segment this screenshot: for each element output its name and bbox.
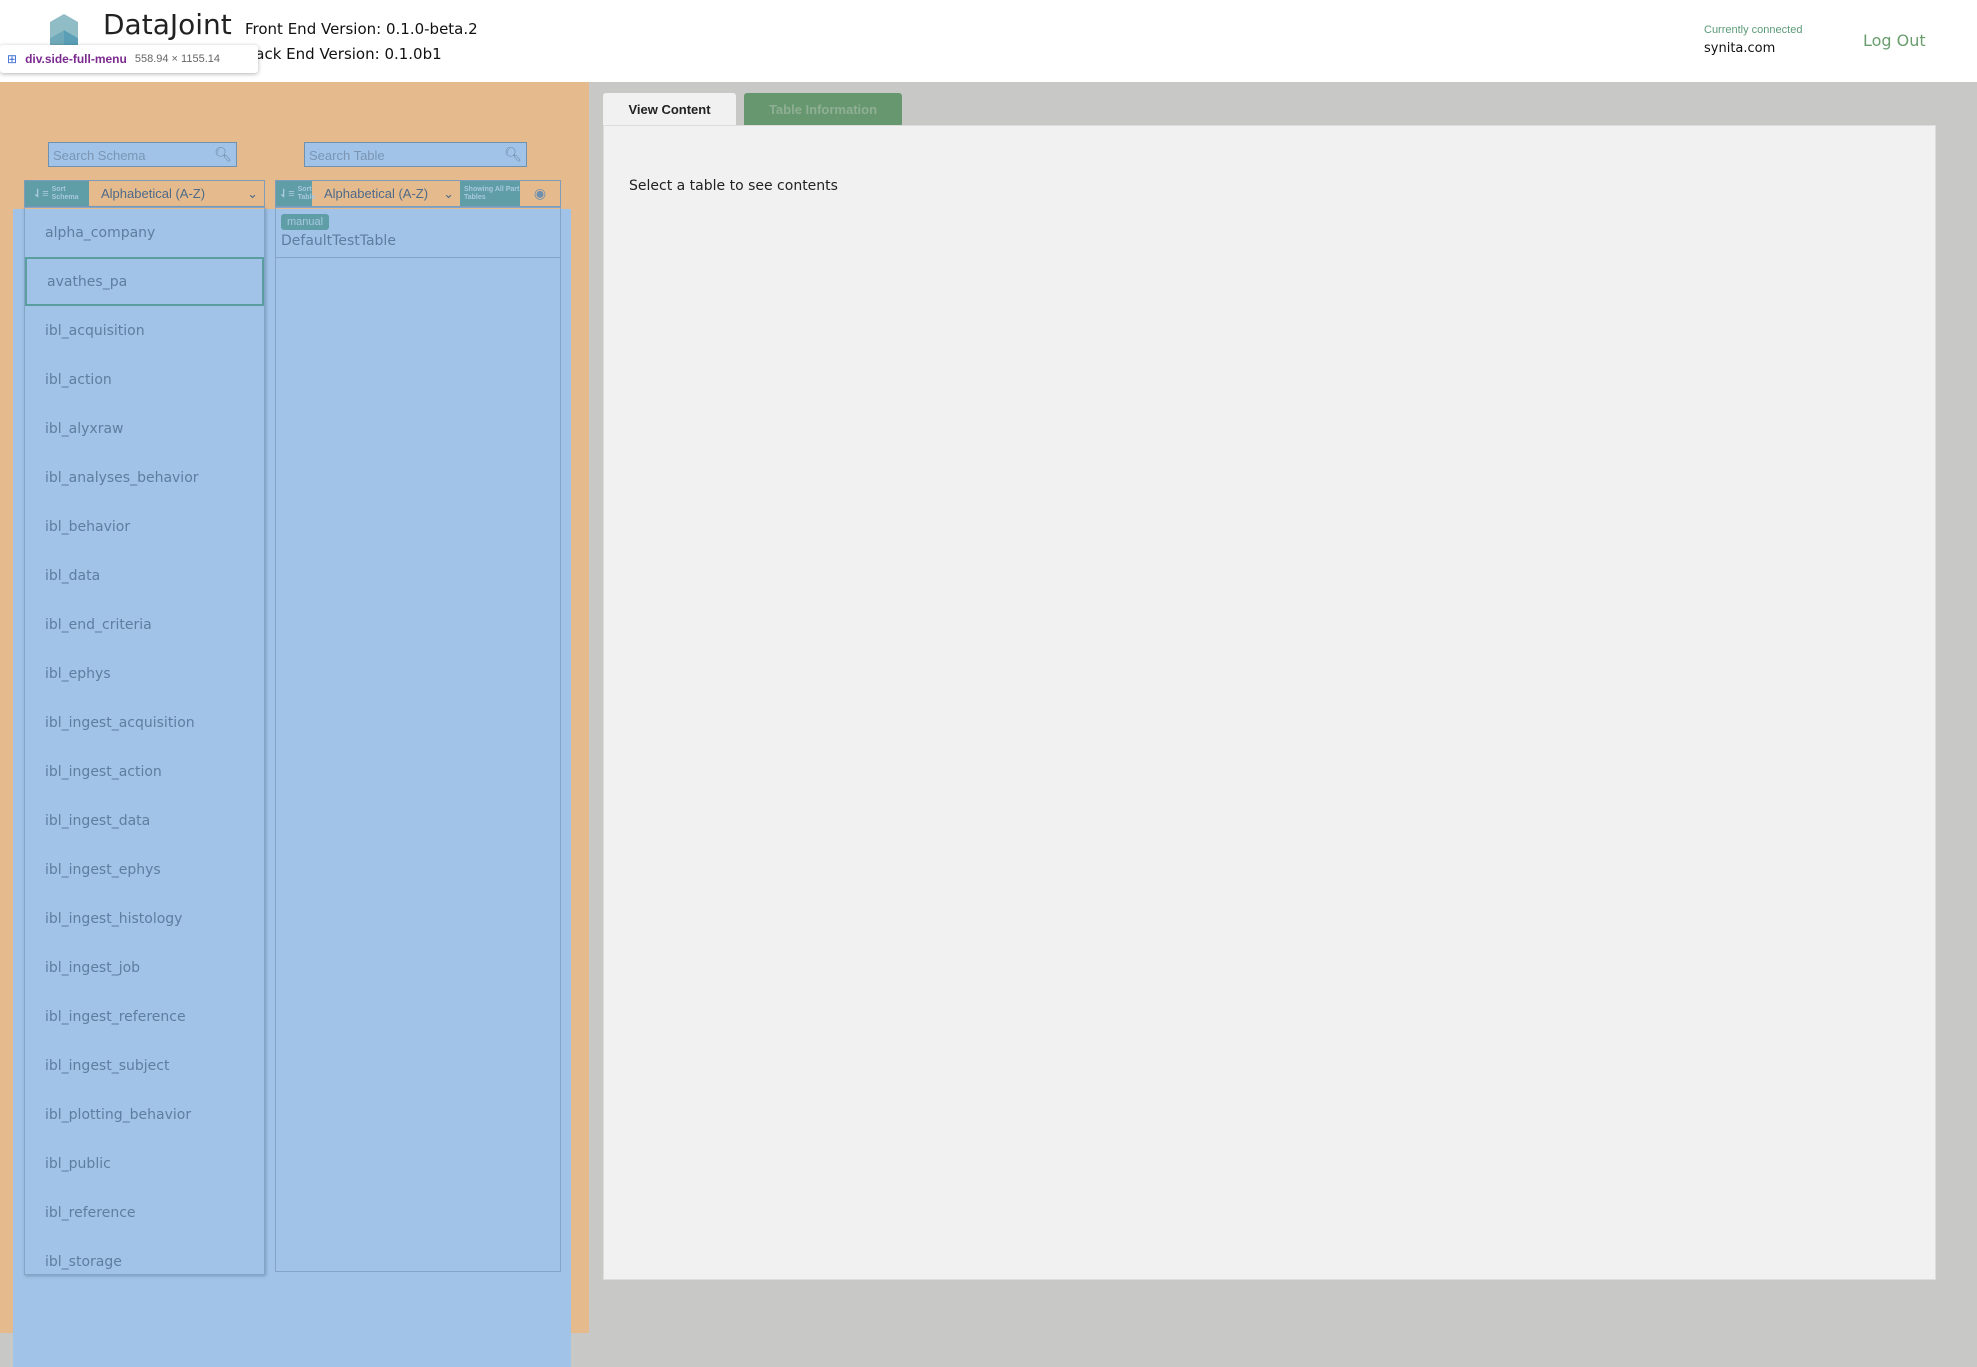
tooltip-size: 558.94 × 1155.14 <box>134 53 220 65</box>
connection-label: Currently connected <box>1704 24 1803 36</box>
front-end-version: Front End Version: 0.1.0-beta.2 <box>245 20 478 38</box>
schema-list-item[interactable]: ibl_ingest_subject <box>25 1041 264 1090</box>
connection-host: synita.com <box>1704 41 1776 56</box>
table-search-placeholder: Search Table <box>309 148 385 163</box>
empty-state-message: Select a table to see contents <box>629 178 838 194</box>
schema-list-item[interactable]: ibl_storage <box>25 1237 264 1274</box>
part-tables-toggle[interactable]: Showing All Part Tables <box>460 181 520 206</box>
header: DataJoint Front End Version: 0.1.0-beta.… <box>0 0 1977 82</box>
table-sort-bar: ⇃≡ Sort Table Alphabetical (A-Z) ⌄ Showing… <box>275 180 561 207</box>
schema-list: alpha_company avathes_pa ibl_acquisition ib… <box>24 207 265 1275</box>
table-list-item[interactable]: manual DefaultTestTable <box>276 208 560 258</box>
sort-icon: ⇃≡ <box>33 187 49 200</box>
search-icon: 🔍︎ <box>214 146 232 162</box>
schema-list-item[interactable]: avathes_pa <box>25 257 264 306</box>
table-tier-badge: manual <box>281 214 330 230</box>
schema-search-placeholder: Search Schema <box>53 148 146 163</box>
back-end-version: Back End Version: 0.1.0b1 <box>245 45 442 63</box>
chevron-down-icon: ⌄ <box>443 185 454 201</box>
schema-sort-bar: ⇃≡ Sort Schema Alphabetical (A-Z) ⌄ <box>24 180 265 207</box>
chevron-down-icon: ⌄ <box>247 185 258 201</box>
schema-list-item[interactable]: ibl_ingest_acquisition <box>25 698 264 747</box>
schema-list-item[interactable]: ibl_data <box>25 551 264 600</box>
table-search-input[interactable]: Search Table 🔍︎ <box>304 142 527 167</box>
element-grid-icon: ⊞ <box>7 52 18 66</box>
table-list: manual DefaultTestTable <box>275 207 561 1272</box>
content-panel: Select a table to see contents <box>603 125 1936 1280</box>
schema-list-item[interactable]: ibl_ingest_action <box>25 747 264 796</box>
schema-list-item[interactable]: ibl_alyxraw <box>25 404 264 453</box>
schema-list-item[interactable]: ibl_end_criteria <box>25 600 264 649</box>
table-sort-select[interactable]: Alphabetical (A-Z) ⌄ <box>312 181 460 206</box>
schema-search-input[interactable]: Search Schema 🔍︎ <box>48 142 237 167</box>
tooltip-selector: div.side-full-menu <box>25 52 127 66</box>
schema-list-item[interactable]: alpha_company <box>25 208 264 257</box>
table-name: DefaultTestTable <box>281 233 396 249</box>
schema-list-item[interactable]: ibl_ingest_job <box>25 943 264 992</box>
schema-list-item[interactable]: ibl_ephys <box>25 649 264 698</box>
logout-button[interactable]: Log Out <box>1863 31 1926 50</box>
search-icon: 🔍︎ <box>504 146 522 162</box>
brand-name: DataJoint <box>103 8 232 41</box>
schema-list-item[interactable]: ibl_behavior <box>25 502 264 551</box>
eye-icon[interactable]: ◉ <box>520 181 560 206</box>
schema-list-item[interactable]: ibl_ingest_data <box>25 796 264 845</box>
sort-icon: ⇃≡ <box>279 187 295 200</box>
schema-list-item[interactable]: ibl_ingest_ephys <box>25 845 264 894</box>
schema-list-item[interactable]: ibl_analyses_behavior <box>25 453 264 502</box>
table-sort-label: ⇃≡ Sort Table <box>276 181 315 206</box>
tab-table-information[interactable]: Table Information <box>744 93 902 125</box>
schema-list-item[interactable]: ibl_reference <box>25 1188 264 1237</box>
schema-sort-label: ⇃≡ Sort Schema <box>25 181 89 206</box>
tab-view-content[interactable]: View Content <box>603 93 736 125</box>
schema-list-item[interactable]: ibl_acquisition <box>25 306 264 355</box>
schema-list-item[interactable]: ibl_ingest_histology <box>25 894 264 943</box>
schema-list-item[interactable]: ibl_action <box>25 355 264 404</box>
devtools-tooltip: ⊞ div.side-full-menu 558.94 × 1155.14 <box>0 45 258 73</box>
schema-list-item[interactable]: ibl_public <box>25 1139 264 1188</box>
schema-list-item[interactable]: ibl_ingest_reference <box>25 992 264 1041</box>
schema-sort-select[interactable]: Alphabetical (A-Z) ⌄ <box>89 181 264 206</box>
schema-list-item[interactable]: ibl_plotting_behavior <box>25 1090 264 1139</box>
